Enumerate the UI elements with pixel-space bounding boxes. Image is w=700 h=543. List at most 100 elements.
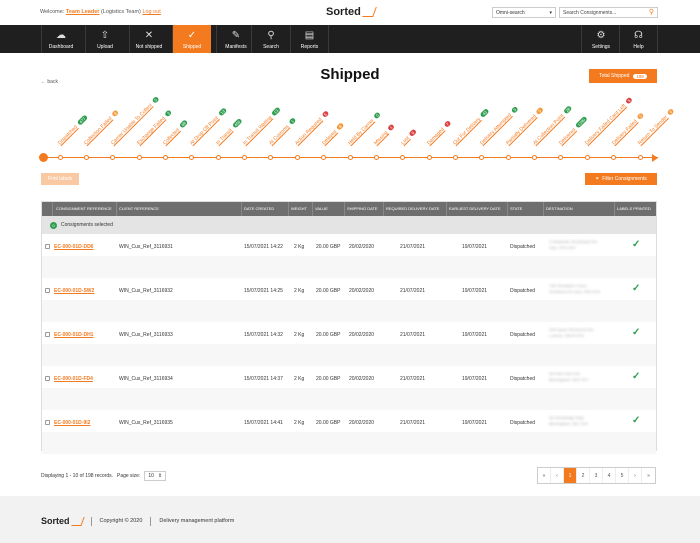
page-button[interactable]: 2 (577, 468, 590, 483)
header-consignment-reference[interactable]: Consignment reference (56, 206, 112, 211)
weight-cell: 2 Kg (294, 376, 305, 382)
timeline-status-count: 5 (636, 112, 645, 121)
shipping-date-cell: 20/02/2020 (349, 332, 375, 338)
header-client-reference[interactable]: Client reference (119, 206, 159, 211)
timeline-status-label: Delayed (320, 129, 338, 147)
page-size-select[interactable]: 10 ⇕ (144, 471, 167, 481)
consignment-reference-link[interactable]: EC-000-01D-FD4 (54, 376, 93, 382)
table-row: EC-000-01D-FD4 WIN_Cus_Ref_3116934 15/07/2… (42, 366, 656, 410)
welcome-prefix: Welcome: (40, 9, 65, 15)
timeline-status-count: 1 (387, 123, 396, 132)
total-shipped-count: 198 (633, 73, 647, 79)
nav-help[interactable]: ☊ Help (619, 25, 658, 53)
row-detail-strip (42, 432, 656, 454)
nav-manifests[interactable]: ✎ Manifests (216, 25, 255, 53)
header-labels-printed[interactable]: Labels printed (617, 206, 651, 211)
user-name-link[interactable]: Team Leader (66, 9, 100, 15)
timeline-status-label: Held By Carrier (347, 117, 376, 147)
required-delivery-date-cell: 21/07/2021 (400, 288, 426, 294)
logout-link[interactable]: Log out (142, 9, 160, 15)
header-shipping-date[interactable]: Shipping date (347, 206, 378, 211)
header-date-created[interactable]: Date created (244, 206, 274, 211)
timeline-status-label: In Transit (215, 127, 234, 147)
nav-settings[interactable]: ⚙ Settings (581, 25, 620, 53)
timeline-status-label: Collected (162, 127, 182, 147)
timeline-status-link[interactable]: Missing1 (373, 123, 396, 146)
timeline-status-link[interactable]: Carrier Unable To Collect5 (110, 96, 160, 146)
timeline-status-count: 5 (625, 96, 634, 105)
omni-search-select[interactable]: Omni-search ▾ (492, 7, 556, 18)
search-input[interactable]: Search Consignments... ⚲ (559, 7, 658, 18)
consignment-reference-link[interactable]: EC-000-01D-9I2 (54, 420, 90, 426)
nav-reports-label: Reports (300, 44, 319, 50)
header-required-delivery-date[interactable]: Required delivery date (386, 206, 439, 211)
total-shipped-button[interactable]: Total Shipped 198 (589, 69, 657, 83)
timeline-status-count: 8 (111, 109, 120, 118)
timeline-status-count: 7 (443, 120, 452, 129)
nav-dashboard[interactable]: ☁ Dashboard (41, 25, 80, 53)
timeline-status-link[interactable]: Delivery Failed Card Left5 (584, 96, 634, 146)
page-button[interactable]: 3 (590, 468, 603, 483)
timeline-node (321, 155, 327, 160)
nav-reports[interactable]: ▤ Reports (290, 25, 329, 53)
header-weight[interactable]: Weight (291, 206, 307, 211)
timeline-status-label: Lost (399, 135, 411, 147)
page-button[interactable]: « (538, 468, 551, 483)
welcome-text: Welcome: Team Leader (Logistics Team) Lo… (40, 9, 161, 15)
timeline-status-link[interactable]: Damaged7 (426, 120, 452, 146)
consignment-reference-link[interactable]: EC-000-01D-DH1 (54, 332, 93, 338)
nav-search[interactable]: ⚲ Search (251, 25, 290, 53)
dashboard-icon: ☁ (56, 30, 66, 41)
page-button[interactable]: 5 (616, 468, 629, 483)
filter-consignments-button[interactable]: ⏷ Filter Consignments (585, 173, 657, 185)
header-state[interactable]: State (510, 206, 522, 211)
row-checkbox[interactable] (45, 420, 50, 425)
header-separator (52, 202, 53, 216)
row-checkbox[interactable] (45, 288, 50, 293)
filter-icon: ⏷ (595, 176, 600, 182)
timeline-status-label: At Customs (267, 123, 291, 147)
timeline-status-label: Delivered (557, 127, 578, 147)
header-earliest-delivery-date[interactable]: Earliest delivery date (449, 206, 501, 211)
header-destination[interactable]: Destination (546, 206, 573, 211)
timeline-node (400, 155, 406, 160)
timeline-start-dot (39, 153, 48, 162)
row-checkbox[interactable] (45, 332, 50, 337)
timeline-status-count: 6 (666, 107, 675, 116)
page-button[interactable]: » (642, 468, 655, 483)
timeline-status-link[interactable]: At Customs1 (268, 117, 297, 146)
shipping-date-cell: 20/02/2020 (349, 288, 375, 294)
main-nav: ☁ Dashboard ⇧ Upload ✕ Not shipped ✓ Shi… (0, 25, 700, 53)
consignment-reference-link[interactable]: EC-000-01D-SW2 (54, 288, 94, 294)
destination-cell: 3 Hawkwell, Brookbank Rd, Oak, OX9 4XH (549, 239, 598, 251)
timeline-node (268, 155, 274, 160)
timeline-status-link[interactable]: Lost6 (399, 128, 417, 147)
timeline-status-link[interactable]: In Transit456 (215, 117, 243, 147)
page-button[interactable]: › (629, 468, 642, 483)
timeline-node (611, 155, 617, 160)
search-icon[interactable]: ⚲ (649, 9, 654, 16)
page-button[interactable]: 4 (603, 468, 616, 483)
timeline-node (558, 155, 564, 160)
timeline-node (57, 155, 63, 160)
nav-shipped[interactable]: ✓ Shipped (172, 25, 211, 53)
value-cell: 20.00 GBP (316, 244, 341, 250)
nav-not-shipped[interactable]: ✕ Not shipped (129, 25, 168, 53)
nav-upload[interactable]: ⇧ Upload (85, 25, 124, 53)
shipping-date-cell: 20/02/2020 (349, 244, 375, 250)
page-button[interactable]: ‹ (551, 468, 564, 483)
brand-logo[interactable]: Sorted (326, 6, 377, 18)
team-name: (Logistics Team) (100, 9, 141, 15)
timeline-node (242, 155, 248, 160)
timeline-status-link[interactable]: Delayed8 (321, 122, 345, 146)
timeline-status-link[interactable]: Collected69 (162, 119, 189, 146)
consignment-reference-link[interactable]: EC-000-01D-DD6 (54, 244, 93, 250)
client-reference-cell: WIN_Cus_Ref_3116934 (119, 376, 173, 382)
client-reference-cell: WIN_Cus_Ref_3116932 (119, 288, 173, 294)
header-value[interactable]: Value (315, 206, 328, 211)
row-checkbox[interactable] (45, 244, 50, 249)
selection-summary: 0 Consignments selected (42, 216, 656, 234)
row-checkbox[interactable] (45, 376, 50, 381)
print-labels-button[interactable]: Print labels (41, 173, 79, 185)
page-button[interactable]: 1 (564, 468, 577, 483)
